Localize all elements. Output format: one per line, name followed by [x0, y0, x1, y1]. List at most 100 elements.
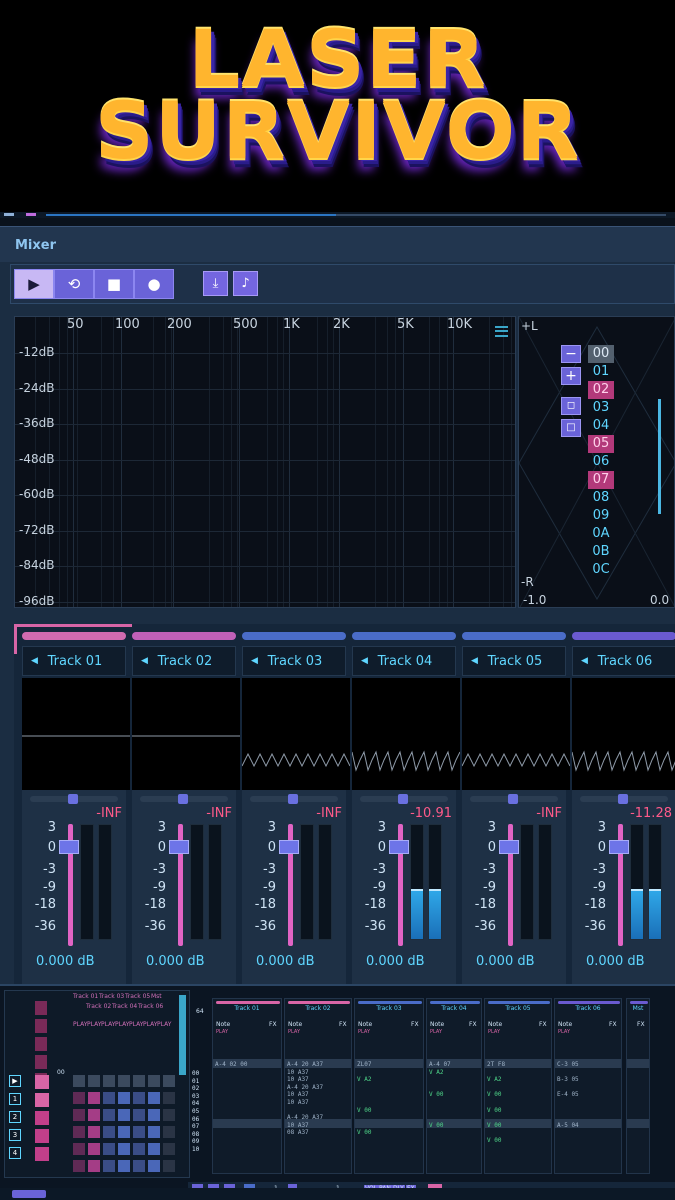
matrix-cell[interactable]	[133, 1143, 145, 1155]
channel-select-button[interactable]: 4	[9, 1147, 21, 1159]
matrix-cell[interactable]	[148, 1126, 160, 1138]
pan-slider[interactable]	[470, 794, 558, 804]
tracker-cell[interactable]: A-4 20 A37	[287, 1061, 323, 1068]
matrix-cell[interactable]	[103, 1092, 115, 1104]
stop-button[interactable]: ■	[94, 269, 134, 299]
tracker-cell[interactable]: C-3 05	[557, 1061, 579, 1068]
tracker-cell[interactable]: V 00	[357, 1107, 371, 1114]
matrix-cell[interactable]	[148, 1109, 160, 1121]
track-header[interactable]: ◀ Track 04	[352, 646, 456, 676]
matrix-cell[interactable]	[88, 1092, 100, 1104]
pattern-slot[interactable]	[35, 1147, 49, 1161]
pan-knob[interactable]	[508, 794, 518, 804]
matrix-cell[interactable]	[103, 1143, 115, 1155]
pattern-block[interactable]	[35, 1037, 47, 1051]
matrix-cell[interactable]	[118, 1075, 130, 1087]
pan-knob[interactable]	[288, 794, 298, 804]
fader-thumb[interactable]	[389, 840, 409, 854]
gain-value[interactable]: 0.000 dB	[366, 954, 425, 969]
matrix-cell[interactable]	[118, 1160, 130, 1172]
record-button[interactable]: ●	[134, 269, 174, 299]
fader-thumb[interactable]	[169, 840, 189, 854]
pattern-item[interactable]: 02	[588, 381, 614, 399]
matrix-cell[interactable]	[118, 1126, 130, 1138]
tracker-cell[interactable]: V 00	[487, 1122, 501, 1129]
tracker-cell[interactable]: 10 A37	[287, 1076, 309, 1083]
matrix-cell[interactable]	[88, 1143, 100, 1155]
pattern-item[interactable]: 05	[588, 435, 614, 453]
channel-select-button[interactable]: ▶	[9, 1075, 21, 1087]
pattern-block[interactable]	[35, 1055, 47, 1069]
pan-knob[interactable]	[398, 794, 408, 804]
matrix-cell[interactable]	[163, 1092, 175, 1104]
matrix-cell[interactable]	[118, 1143, 130, 1155]
pattern-item[interactable]: 00	[588, 345, 614, 363]
channel-select-button[interactable]: 2	[9, 1111, 21, 1123]
tracker-cell[interactable]: A-4 20 A37	[287, 1084, 323, 1091]
add-pattern-button[interactable]: +	[561, 367, 581, 385]
tracker-cell[interactable]: A-5 04	[557, 1122, 579, 1129]
matrix-cell[interactable]	[73, 1075, 85, 1087]
tracker-cell[interactable]: ZL07	[357, 1061, 371, 1068]
gain-value[interactable]: 0.000 dB	[586, 954, 645, 969]
pattern-slot[interactable]	[35, 1111, 49, 1125]
matrix-cell[interactable]	[103, 1160, 115, 1172]
status-indicator[interactable]	[12, 1190, 46, 1198]
tracker-cell[interactable]: 10 A37	[287, 1091, 309, 1098]
tracker-cell[interactable]: V 00	[487, 1137, 501, 1144]
channel-select-button[interactable]: 3	[9, 1129, 21, 1141]
matrix-cell[interactable]	[133, 1092, 145, 1104]
track-header[interactable]: ◀ Track 06	[572, 646, 675, 676]
tracker-cell[interactable]: V A2	[487, 1076, 501, 1083]
track-header[interactable]: ◀ Track 01	[22, 646, 126, 676]
matrix-cell[interactable]	[118, 1109, 130, 1121]
tracker-cell[interactable]: 10 A37	[287, 1122, 309, 1129]
tracker-cell[interactable]: V 00	[357, 1129, 371, 1136]
fader-thumb[interactable]	[499, 840, 519, 854]
clear-pattern-button[interactable]: □	[561, 419, 581, 437]
matrix-cell[interactable]	[163, 1160, 175, 1172]
tracker-cell[interactable]: V A2	[429, 1069, 443, 1076]
loop-button[interactable]: ⟲	[54, 269, 94, 299]
matrix-cell[interactable]	[88, 1126, 100, 1138]
pattern-item[interactable]: 0A	[588, 525, 614, 543]
play-button[interactable]: ▶	[14, 269, 54, 299]
remove-pattern-button[interactable]: −	[561, 345, 581, 363]
pattern-item[interactable]: 09	[588, 507, 614, 525]
track-header[interactable]: ◀ Track 05	[462, 646, 566, 676]
fader-thumb[interactable]	[279, 840, 299, 854]
pan-knob[interactable]	[618, 794, 628, 804]
matrix-cell[interactable]	[88, 1109, 100, 1121]
matrix-cell[interactable]	[73, 1126, 85, 1138]
metronome-button[interactable]: ♪	[233, 271, 258, 296]
tracker-cell[interactable]: V A2	[357, 1076, 371, 1083]
tracker-cell[interactable]: 2T F8	[487, 1061, 505, 1068]
matrix-scrollbar[interactable]	[179, 995, 186, 1075]
duplicate-pattern-button[interactable]: ◻	[561, 397, 581, 415]
matrix-cell[interactable]	[88, 1160, 100, 1172]
matrix-cell[interactable]	[73, 1143, 85, 1155]
pattern-scrollbar[interactable]	[658, 399, 661, 514]
matrix-cell[interactable]	[163, 1143, 175, 1155]
pan-slider[interactable]	[360, 794, 448, 804]
pattern-item[interactable]: 07	[588, 471, 614, 489]
bounce-button[interactable]: ⤓	[203, 271, 228, 296]
pattern-item[interactable]: 04	[588, 417, 614, 435]
track-header[interactable]: ◀ Track 02	[132, 646, 236, 676]
matrix-cell[interactable]	[133, 1160, 145, 1172]
matrix-cell[interactable]	[148, 1160, 160, 1172]
tracker-cell[interactable]: V 00	[429, 1122, 443, 1129]
fader-thumb[interactable]	[59, 840, 79, 854]
matrix-cell[interactable]	[133, 1109, 145, 1121]
pan-knob[interactable]	[68, 794, 78, 804]
matrix-cell[interactable]	[163, 1126, 175, 1138]
pattern-item[interactable]: 06	[588, 453, 614, 471]
pattern-slot[interactable]	[35, 1075, 49, 1089]
tracker-cell[interactable]: A-4 07	[429, 1061, 451, 1068]
matrix-cell[interactable]	[73, 1109, 85, 1121]
matrix-cell[interactable]	[148, 1143, 160, 1155]
tracker-cell[interactable]: V 00	[487, 1107, 501, 1114]
matrix-cell[interactable]	[118, 1092, 130, 1104]
gain-value[interactable]: 0.000 dB	[36, 954, 95, 969]
pattern-item[interactable]: 08	[588, 489, 614, 507]
